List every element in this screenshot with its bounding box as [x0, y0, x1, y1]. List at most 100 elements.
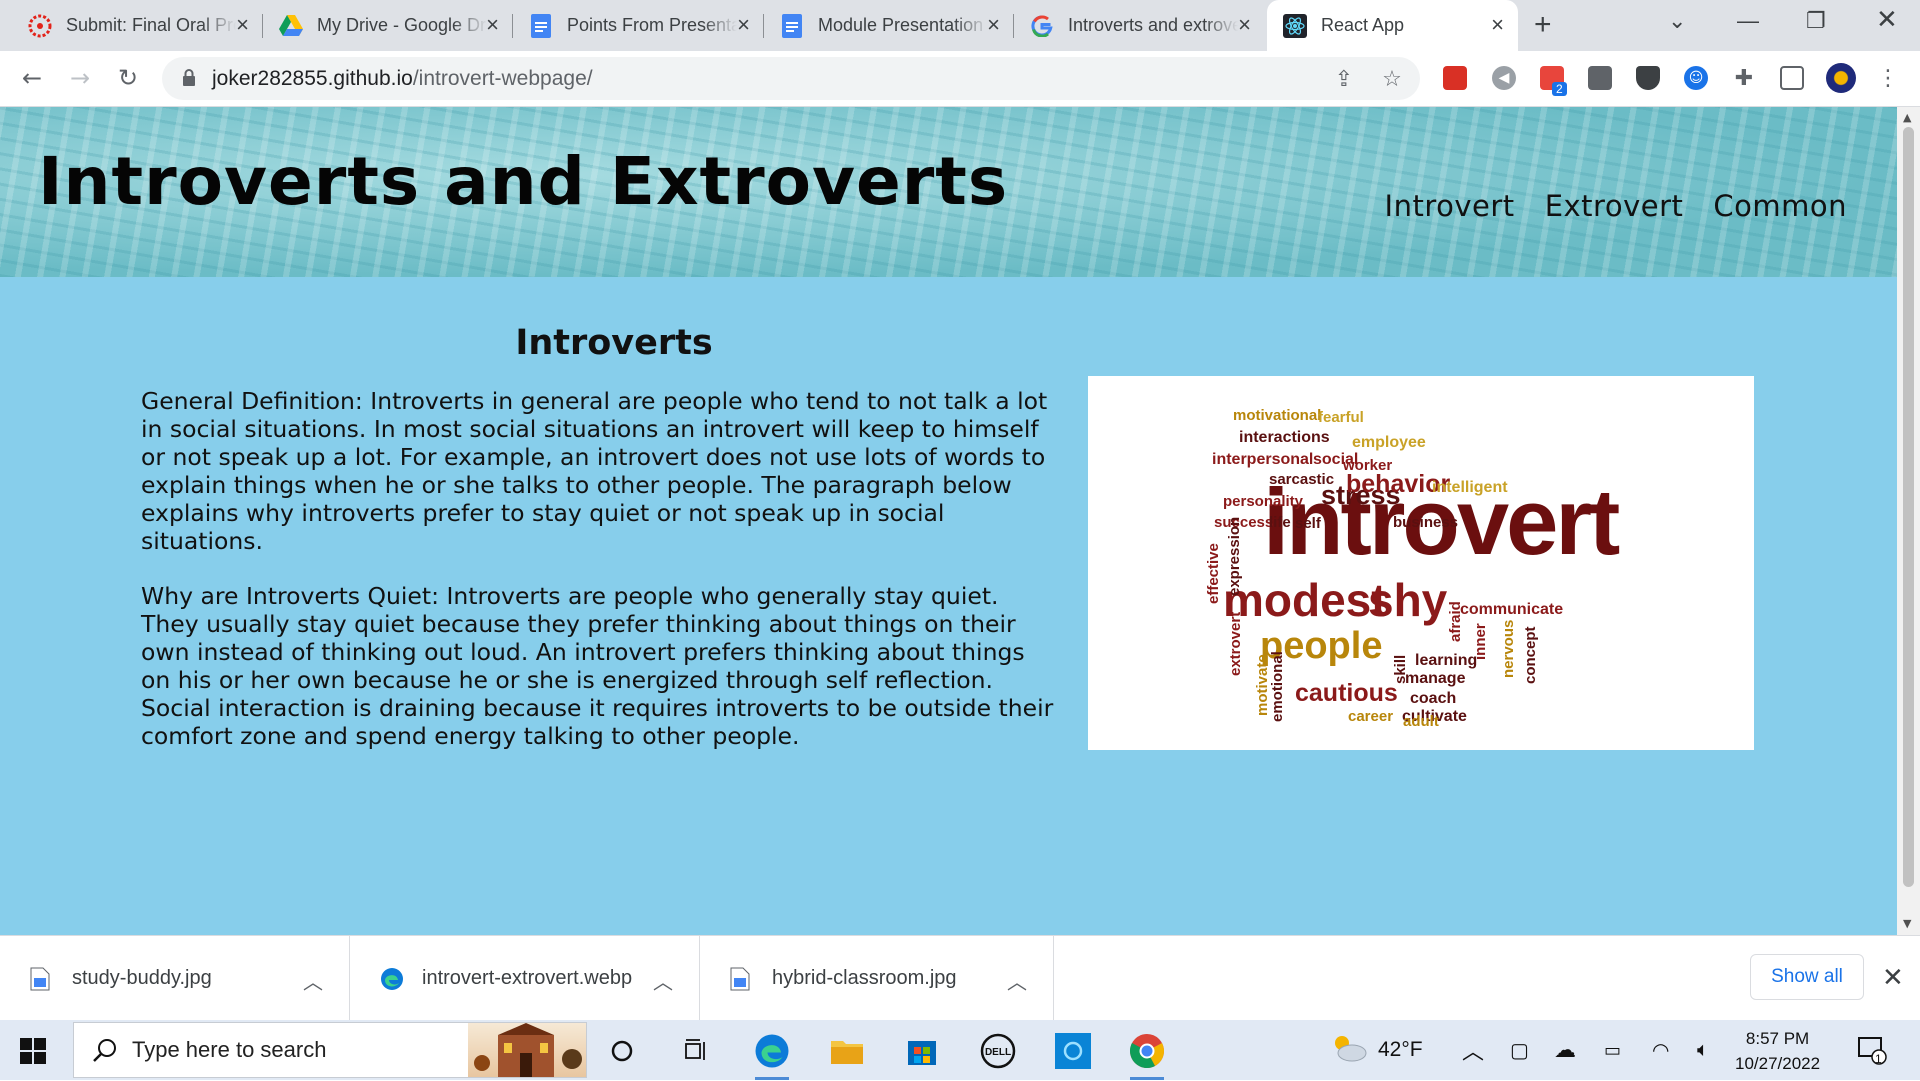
- microsoft-store-icon[interactable]: [899, 1028, 945, 1074]
- meet-now-icon[interactable]: ▢: [1510, 1020, 1529, 1080]
- word-cloud-word: nervous: [1500, 620, 1517, 678]
- task-view-icon[interactable]: [672, 1028, 718, 1074]
- scroll-up-arrow-icon[interactable]: ▲: [1903, 111, 1911, 124]
- dell-icon[interactable]: DELL: [975, 1028, 1021, 1074]
- tab-title: My Drive - Google Drive: [317, 15, 487, 35]
- close-tab-icon[interactable]: ×: [486, 14, 499, 36]
- close-tab-icon[interactable]: ×: [236, 14, 249, 36]
- battery-icon[interactable]: ▭: [1604, 1020, 1621, 1080]
- close-shelf-icon[interactable]: ✕: [1882, 962, 1904, 993]
- page-header: Introverts and Extroverts Introvert Extr…: [0, 107, 1897, 277]
- wifi-icon[interactable]: ◠: [1652, 1020, 1669, 1080]
- word-cloud-word: effective: [1205, 543, 1222, 604]
- word-cloud-word: coach: [1410, 690, 1456, 707]
- word-cloud-word: employee: [1352, 434, 1426, 451]
- word-cloud-word: intelligent: [1432, 479, 1508, 496]
- google-docs-icon: [780, 13, 804, 38]
- react-icon: [1283, 13, 1307, 38]
- page-title: Introverts and Extroverts: [38, 143, 1009, 220]
- show-all-button[interactable]: Show all: [1750, 954, 1864, 1000]
- weather-widget[interactable]: 42°F: [1330, 1020, 1423, 1080]
- menu-kebab-icon[interactable]: ⋮: [1876, 66, 1900, 91]
- word-cloud-word: business: [1393, 514, 1458, 531]
- share-icon[interactable]: ⇪: [1332, 67, 1356, 92]
- forward-arrow-icon[interactable]: →: [64, 62, 96, 94]
- scroll-down-arrow-icon[interactable]: ▼: [1903, 917, 1911, 930]
- extension-smile-icon[interactable]: ☺: [1684, 66, 1708, 90]
- tab-module-doc[interactable]: Module Presentation ×: [764, 0, 1014, 51]
- chevron-up-icon[interactable]: ︿: [653, 966, 673, 995]
- definition-paragraph: General Definition: Introverts in genera…: [141, 387, 1048, 555]
- back-arrow-icon[interactable]: ←: [16, 62, 48, 94]
- page-viewport: Introverts and Extroverts Introvert Extr…: [0, 107, 1897, 935]
- profile-avatar[interactable]: [1826, 63, 1856, 93]
- nav-link-extrovert[interactable]: Extrovert: [1545, 189, 1684, 223]
- app-blue-square-icon[interactable]: [1050, 1028, 1096, 1074]
- notification-center-icon[interactable]: [1857, 1020, 1887, 1080]
- download-item[interactable]: hybrid-classroom.jpg ︿: [700, 936, 1054, 1021]
- search-icon: [92, 1037, 118, 1067]
- edge-taskbar-icon[interactable]: [749, 1028, 795, 1080]
- word-cloud-word: motivational: [1233, 407, 1321, 424]
- taskbar-search-box[interactable]: Type here to search: [73, 1022, 587, 1078]
- extension-book-icon[interactable]: [1443, 66, 1467, 90]
- close-tab-icon[interactable]: ×: [987, 14, 1000, 36]
- tab-points-doc[interactable]: Points From Presentation ×: [513, 0, 764, 51]
- word-cloud-word: interpersonal: [1212, 451, 1313, 468]
- word-cloud-word: fearful: [1318, 409, 1364, 426]
- download-item[interactable]: introvert-extrovert.webp ︿: [350, 936, 700, 1021]
- chevron-up-icon[interactable]: ︿: [1007, 966, 1027, 995]
- tab-google-search[interactable]: Introverts and extroverts ×: [1014, 0, 1265, 51]
- word-cloud-word: manage: [1405, 670, 1466, 687]
- new-tab-button[interactable]: +: [1534, 8, 1552, 42]
- cortana-icon[interactable]: [599, 1028, 645, 1074]
- url-text: joker282855.github.io/introvert-webpage/: [212, 67, 593, 91]
- tab-google-drive[interactable]: My Drive - Google Drive ×: [263, 0, 513, 51]
- restore-button[interactable]: ❐: [1806, 8, 1826, 34]
- clock-date: 10/27/2022: [1735, 1054, 1821, 1073]
- download-shelf: study-buddy.jpg ︿ introvert-extrovert.we…: [0, 935, 1920, 1021]
- file-explorer-icon[interactable]: [824, 1028, 870, 1074]
- close-window-button[interactable]: ✕: [1876, 4, 1898, 35]
- download-item[interactable]: study-buddy.jpg ︿: [0, 936, 350, 1021]
- extension-speaker-icon[interactable]: ◀: [1492, 66, 1516, 90]
- side-panel-icon[interactable]: [1780, 66, 1804, 90]
- lock-icon: [182, 69, 196, 91]
- word-cloud-word: extrovert: [1227, 612, 1244, 676]
- volume-icon[interactable]: 🔈︎: [1697, 1020, 1709, 1080]
- nav-link-introvert[interactable]: Introvert: [1385, 189, 1515, 223]
- tab-canvas[interactable]: Submit: Final Oral Presentation ×: [12, 0, 263, 51]
- reload-icon[interactable]: ↻: [112, 62, 144, 94]
- tab-react-app[interactable]: React App ×: [1267, 0, 1518, 51]
- word-cloud-word: communicate: [1460, 601, 1563, 618]
- scrollbar-thumb[interactable]: [1903, 127, 1914, 887]
- extension-square-icon[interactable]: [1588, 66, 1612, 90]
- bookmark-star-icon[interactable]: ☆: [1380, 67, 1404, 92]
- system-clock[interactable]: 8:57 PM 10/27/2022: [1735, 1026, 1820, 1076]
- extension-shield-icon[interactable]: [1636, 66, 1660, 90]
- nav-link-common[interactable]: Common: [1713, 189, 1847, 223]
- weather-temperature: 42°F: [1378, 1038, 1423, 1061]
- word-cloud-word: success: [1214, 514, 1273, 531]
- chevron-up-icon[interactable]: ︿: [303, 966, 323, 995]
- tab-search-icon[interactable]: ⌄: [1668, 8, 1686, 34]
- close-tab-icon[interactable]: ×: [1491, 14, 1504, 36]
- chrome-icon[interactable]: [1124, 1028, 1170, 1080]
- close-tab-icon[interactable]: ×: [737, 14, 750, 36]
- minimize-button[interactable]: —: [1737, 8, 1759, 34]
- download-filename: introvert-extrovert.webp: [422, 967, 633, 989]
- windows-taskbar: Type here to search DELL 42°F ︿ ▢ ☁ ▭ ◠ …: [0, 1020, 1920, 1080]
- close-tab-icon[interactable]: ×: [1238, 14, 1251, 36]
- onedrive-cloud-icon[interactable]: ☁: [1554, 1020, 1576, 1080]
- url-host: joker282855.github.io: [212, 67, 413, 90]
- canvas-icon: [28, 14, 52, 38]
- windows-start-icon[interactable]: [20, 1038, 46, 1068]
- tray-chevron-up-icon[interactable]: ︿: [1462, 1020, 1484, 1080]
- address-bar[interactable]: joker282855.github.io/introvert-webpage/…: [162, 57, 1420, 100]
- extensions-puzzle-icon[interactable]: ✚: [1732, 66, 1756, 91]
- word-cloud-word: learning: [1415, 652, 1477, 669]
- word-cloud-word: interactions: [1239, 429, 1330, 446]
- word-cloud-word: expression: [1226, 517, 1243, 596]
- word-cloud-word: personality: [1223, 493, 1304, 510]
- page-scrollbar[interactable]: ▲ ▼: [1897, 107, 1920, 935]
